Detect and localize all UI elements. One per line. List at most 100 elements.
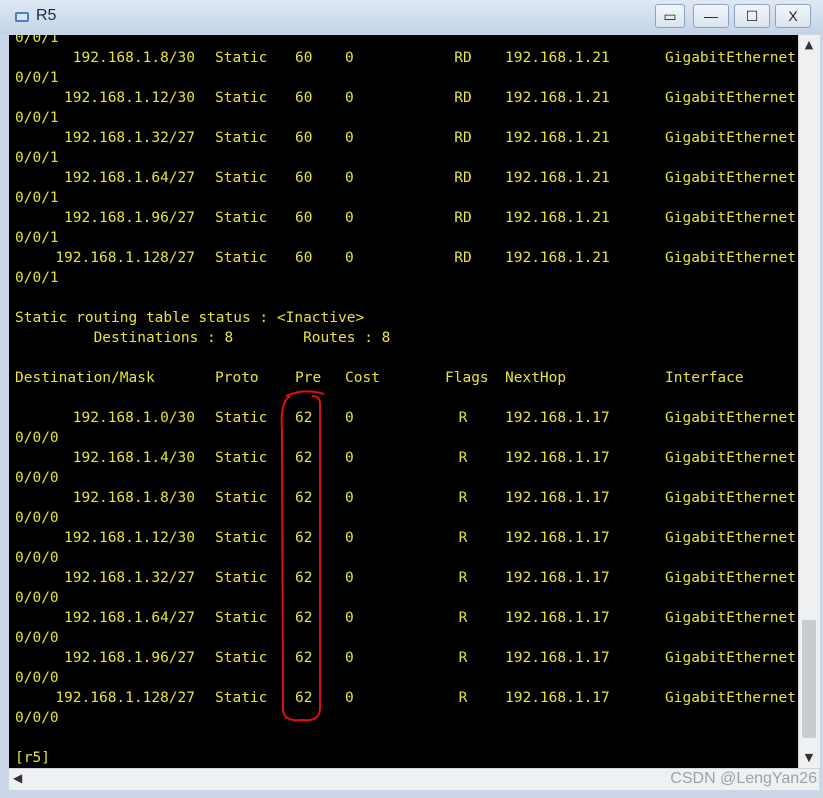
route-nexthop: 192.168.1.17 [505,490,610,506]
terminal-line: 0/0/0 [15,710,59,726]
route-iface: GigabitEthernet [665,210,796,226]
route-dest: 192.168.1.64/27 [64,610,195,626]
route-flags: RD [454,130,472,146]
route-nexthop: 192.168.1.21 [505,210,610,226]
route-proto: Static [215,490,268,506]
scroll-up-icon[interactable]: ▲ [803,38,815,52]
scroll-down-icon[interactable]: ▼ [803,751,815,765]
route-proto: Static [215,690,268,706]
watermark: CSDN @LengYan26 [670,770,817,787]
route-pre: 60 [295,210,313,226]
route-dest: 192.168.1.96/27 [64,650,195,666]
route-nexthop: 192.168.1.17 [505,610,610,626]
route-cost: 0 [345,90,354,106]
minimize-button[interactable]: — [693,4,729,28]
route-nexthop: 192.168.1.17 [505,450,610,466]
terminal-output[interactable]: 0/0/1 192.168.1.8/30 Static 60 0 RD 192.168.1.… [9,35,798,768]
route-proto: Static [215,610,268,626]
route-nexthop: 192.168.1.17 [505,410,610,426]
terminal-line: 0/0/1 [15,150,59,166]
terminal-line: 0/0/0 [15,470,59,486]
route-proto: Proto [215,370,259,386]
route-cost: 0 [345,410,354,426]
route-cost: 0 [345,490,354,506]
route-proto: Static [215,90,268,106]
route-pre: 60 [295,250,313,266]
route-flags: R [458,650,468,666]
route-proto: Static [215,570,268,586]
terminal-line: 0/0/0 [15,550,59,566]
route-nexthop: 192.168.1.17 [505,570,610,586]
route-cost: 0 [345,50,354,66]
route-nexthop: 192.168.1.17 [505,530,610,546]
terminal-line: [r5] [15,750,50,766]
route-cost: 0 [345,210,354,226]
route-dest: 192.168.1.12/30 [64,530,195,546]
route-cost: 0 [345,570,354,586]
route-cost: 0 [345,450,354,466]
terminal-line: Static routing table status : <Inactive> [15,310,365,326]
route-flags: R [458,530,468,546]
route-pre: 60 [295,170,313,186]
route-flags: RD [454,210,472,226]
route-nexthop: 192.168.1.21 [505,250,610,266]
highlight-annotation [280,390,325,722]
route-cost: 0 [345,530,354,546]
route-cost: 0 [345,650,354,666]
route-dest: 192.168.1.96/27 [64,210,195,226]
scroll-thumb[interactable] [802,620,816,738]
route-proto: Static [215,50,268,66]
route-pre: 60 [295,130,313,146]
route-dest: 192.168.1.128/27 [55,690,195,706]
route-dest: 192.168.1.32/27 [64,570,195,586]
terminal-line: 0/0/1 [15,270,59,286]
route-dest: 192.168.1.4/30 [72,450,195,466]
close-button[interactable]: X [775,4,811,28]
title-bar[interactable]: R5 ▭ — ☐ X [0,0,823,34]
route-iface: GigabitEthernet [665,450,796,466]
route-flags: Flags [445,370,489,386]
route-flags: RD [454,170,472,186]
terminal-window: R5 ▭ — ☐ X 0/0/1 192.168.1.8/30 Static 60 0 R… [0,0,823,798]
terminal-line: 0/0/1 [15,110,59,126]
route-proto: Static [215,450,268,466]
terminal-line: 0/0/1 [15,230,59,246]
terminal-line: 0/0/0 [15,430,59,446]
vertical-scrollbar[interactable]: ▲ ▼ [798,35,820,768]
route-iface: GigabitEthernet [665,610,796,626]
route-dest: 192.168.1.12/30 [64,90,195,106]
route-dest: 192.168.1.32/27 [64,130,195,146]
route-iface: Interface [665,370,744,386]
terminal-line: 0/0/0 [15,670,59,686]
route-dest: 192.168.1.64/27 [64,170,195,186]
route-dest: 192.168.1.0/30 [72,410,195,426]
route-nexthop: 192.168.1.21 [505,170,610,186]
route-flags: RD [454,50,472,66]
route-nexthop: 192.168.1.17 [505,650,610,666]
window-title: R5 [36,7,57,24]
route-pre: 60 [295,90,313,106]
route-dest: 192.168.1.8/30 [72,490,195,506]
scroll-left-icon[interactable]: ◀ [13,771,22,785]
route-iface: GigabitEthernet [665,50,796,66]
restore-button[interactable]: ▭ [655,4,685,28]
route-dest: Destination/Mask [15,370,155,386]
route-nexthop: 192.168.1.17 [505,690,610,706]
route-iface: GigabitEthernet [665,410,796,426]
route-iface: GigabitEthernet [665,650,796,666]
route-proto: Static [215,250,268,266]
route-pre: 60 [295,50,313,66]
maximize-button[interactable]: ☐ [734,4,770,28]
route-iface: GigabitEthernet [665,170,796,186]
route-nexthop: 192.168.1.21 [505,130,610,146]
route-iface: GigabitEthernet [665,250,796,266]
route-pre: Pre [295,370,322,386]
route-proto: Static [215,210,268,226]
route-cost: 0 [345,250,354,266]
terminal-line: 0/0/0 [15,630,59,646]
route-flags: RD [454,250,472,266]
route-iface: GigabitEthernet [665,530,796,546]
route-dest: 192.168.1.8/30 [72,50,195,66]
route-iface: GigabitEthernet [665,130,796,146]
route-cost: 0 [345,690,354,706]
